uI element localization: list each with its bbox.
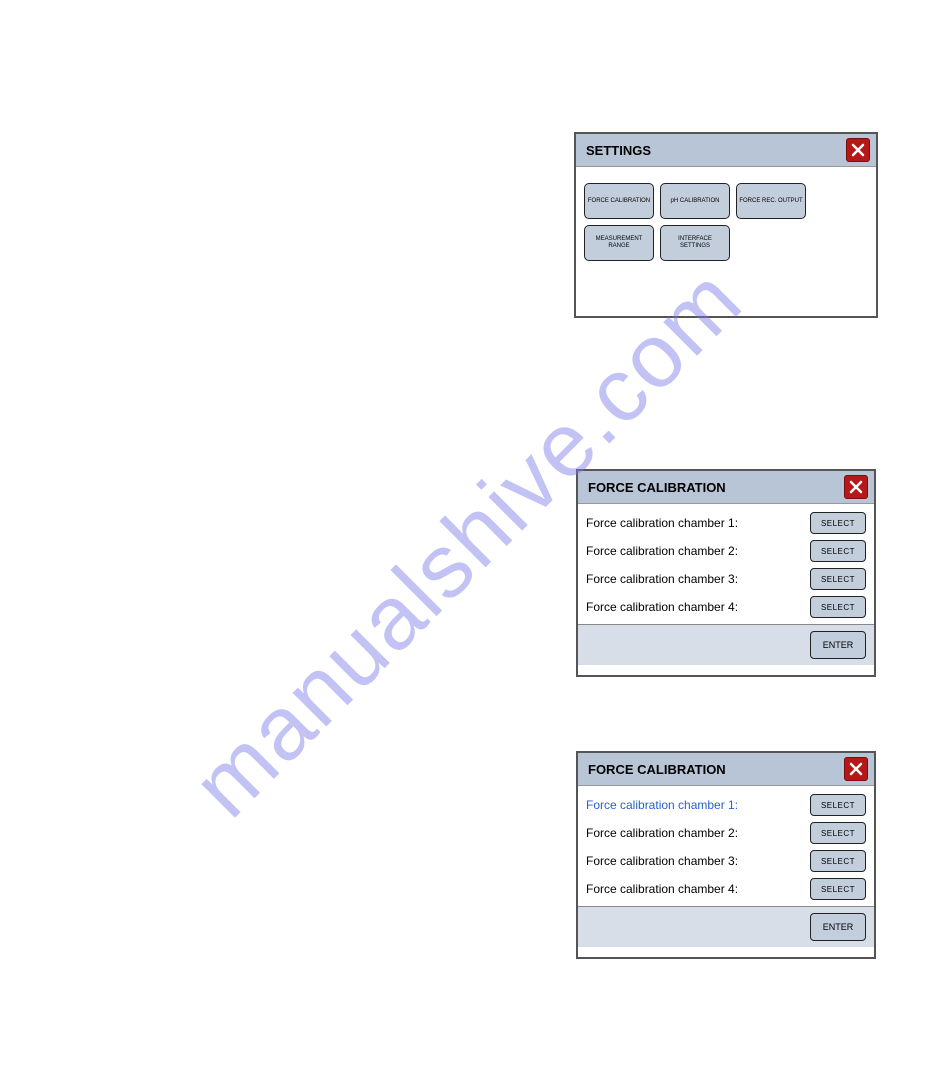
chamber-row-4: Force calibration chamber 4: SELECT — [586, 878, 866, 900]
chamber-row-4: Force calibration chamber 4: SELECT — [586, 596, 866, 618]
force-calibration-title: FORCE CALIBRATION — [588, 762, 726, 777]
settings-panel: SETTINGS FORCE CALIBRATION pH CALIBRATIO… — [574, 132, 878, 318]
force-calibration-footer: ENTER — [578, 624, 874, 665]
chamber-row-3: Force calibration chamber 3: SELECT — [586, 850, 866, 872]
chamber-2-label: Force calibration chamber 2: — [586, 826, 738, 840]
chamber-row-2: Force calibration chamber 2: SELECT — [586, 540, 866, 562]
force-calibration-title: FORCE CALIBRATION — [588, 480, 726, 495]
close-icon[interactable] — [844, 475, 868, 499]
force-calibration-panel-selected: FORCE CALIBRATION Force calibration cham… — [576, 751, 876, 959]
chamber-3-label: Force calibration chamber 3: — [586, 854, 738, 868]
close-icon[interactable] — [846, 138, 870, 162]
ph-calibration-button[interactable]: pH CALIBRATION — [660, 183, 730, 219]
force-rec-output-button[interactable]: FORCE REC. OUTPUT — [736, 183, 806, 219]
chamber-4-label: Force calibration chamber 4: — [586, 600, 738, 614]
chamber-row-2: Force calibration chamber 2: SELECT — [586, 822, 866, 844]
settings-title: SETTINGS — [586, 143, 651, 158]
force-calibration-body: Force calibration chamber 1: SELECT Forc… — [578, 504, 874, 618]
chamber-2-label: Force calibration chamber 2: — [586, 544, 738, 558]
chamber-3-label: Force calibration chamber 3: — [586, 572, 738, 586]
close-icon[interactable] — [844, 757, 868, 781]
force-calibration-body: Force calibration chamber 1: SELECT Forc… — [578, 786, 874, 900]
select-button-3[interactable]: SELECT — [810, 850, 866, 872]
settings-header: SETTINGS — [576, 134, 876, 167]
measurement-range-button[interactable]: MEASUREMENT RANGE — [584, 225, 654, 261]
enter-button[interactable]: ENTER — [810, 631, 866, 659]
settings-body: FORCE CALIBRATION pH CALIBRATION FORCE R… — [576, 167, 876, 269]
force-calibration-footer: ENTER — [578, 906, 874, 947]
chamber-row-1: Force calibration chamber 1: SELECT — [586, 794, 866, 816]
force-calibration-header: FORCE CALIBRATION — [578, 753, 874, 786]
force-calibration-button[interactable]: FORCE CALIBRATION — [584, 183, 654, 219]
interface-settings-button[interactable]: INTERFACE SETTINGS — [660, 225, 730, 261]
select-button-2[interactable]: SELECT — [810, 822, 866, 844]
chamber-1-label: Force calibration chamber 1: — [586, 516, 738, 530]
force-calibration-panel: FORCE CALIBRATION Force calibration cham… — [576, 469, 876, 677]
chamber-row-3: Force calibration chamber 3: SELECT — [586, 568, 866, 590]
select-button-1[interactable]: SELECT — [810, 794, 866, 816]
chamber-row-1: Force calibration chamber 1: SELECT — [586, 512, 866, 534]
select-button-4[interactable]: SELECT — [810, 878, 866, 900]
enter-button[interactable]: ENTER — [810, 913, 866, 941]
select-button-1[interactable]: SELECT — [810, 512, 866, 534]
select-button-4[interactable]: SELECT — [810, 596, 866, 618]
force-calibration-header: FORCE CALIBRATION — [578, 471, 874, 504]
select-button-2[interactable]: SELECT — [810, 540, 866, 562]
chamber-4-label: Force calibration chamber 4: — [586, 882, 738, 896]
select-button-3[interactable]: SELECT — [810, 568, 866, 590]
chamber-1-label-selected: Force calibration chamber 1: — [586, 798, 738, 812]
